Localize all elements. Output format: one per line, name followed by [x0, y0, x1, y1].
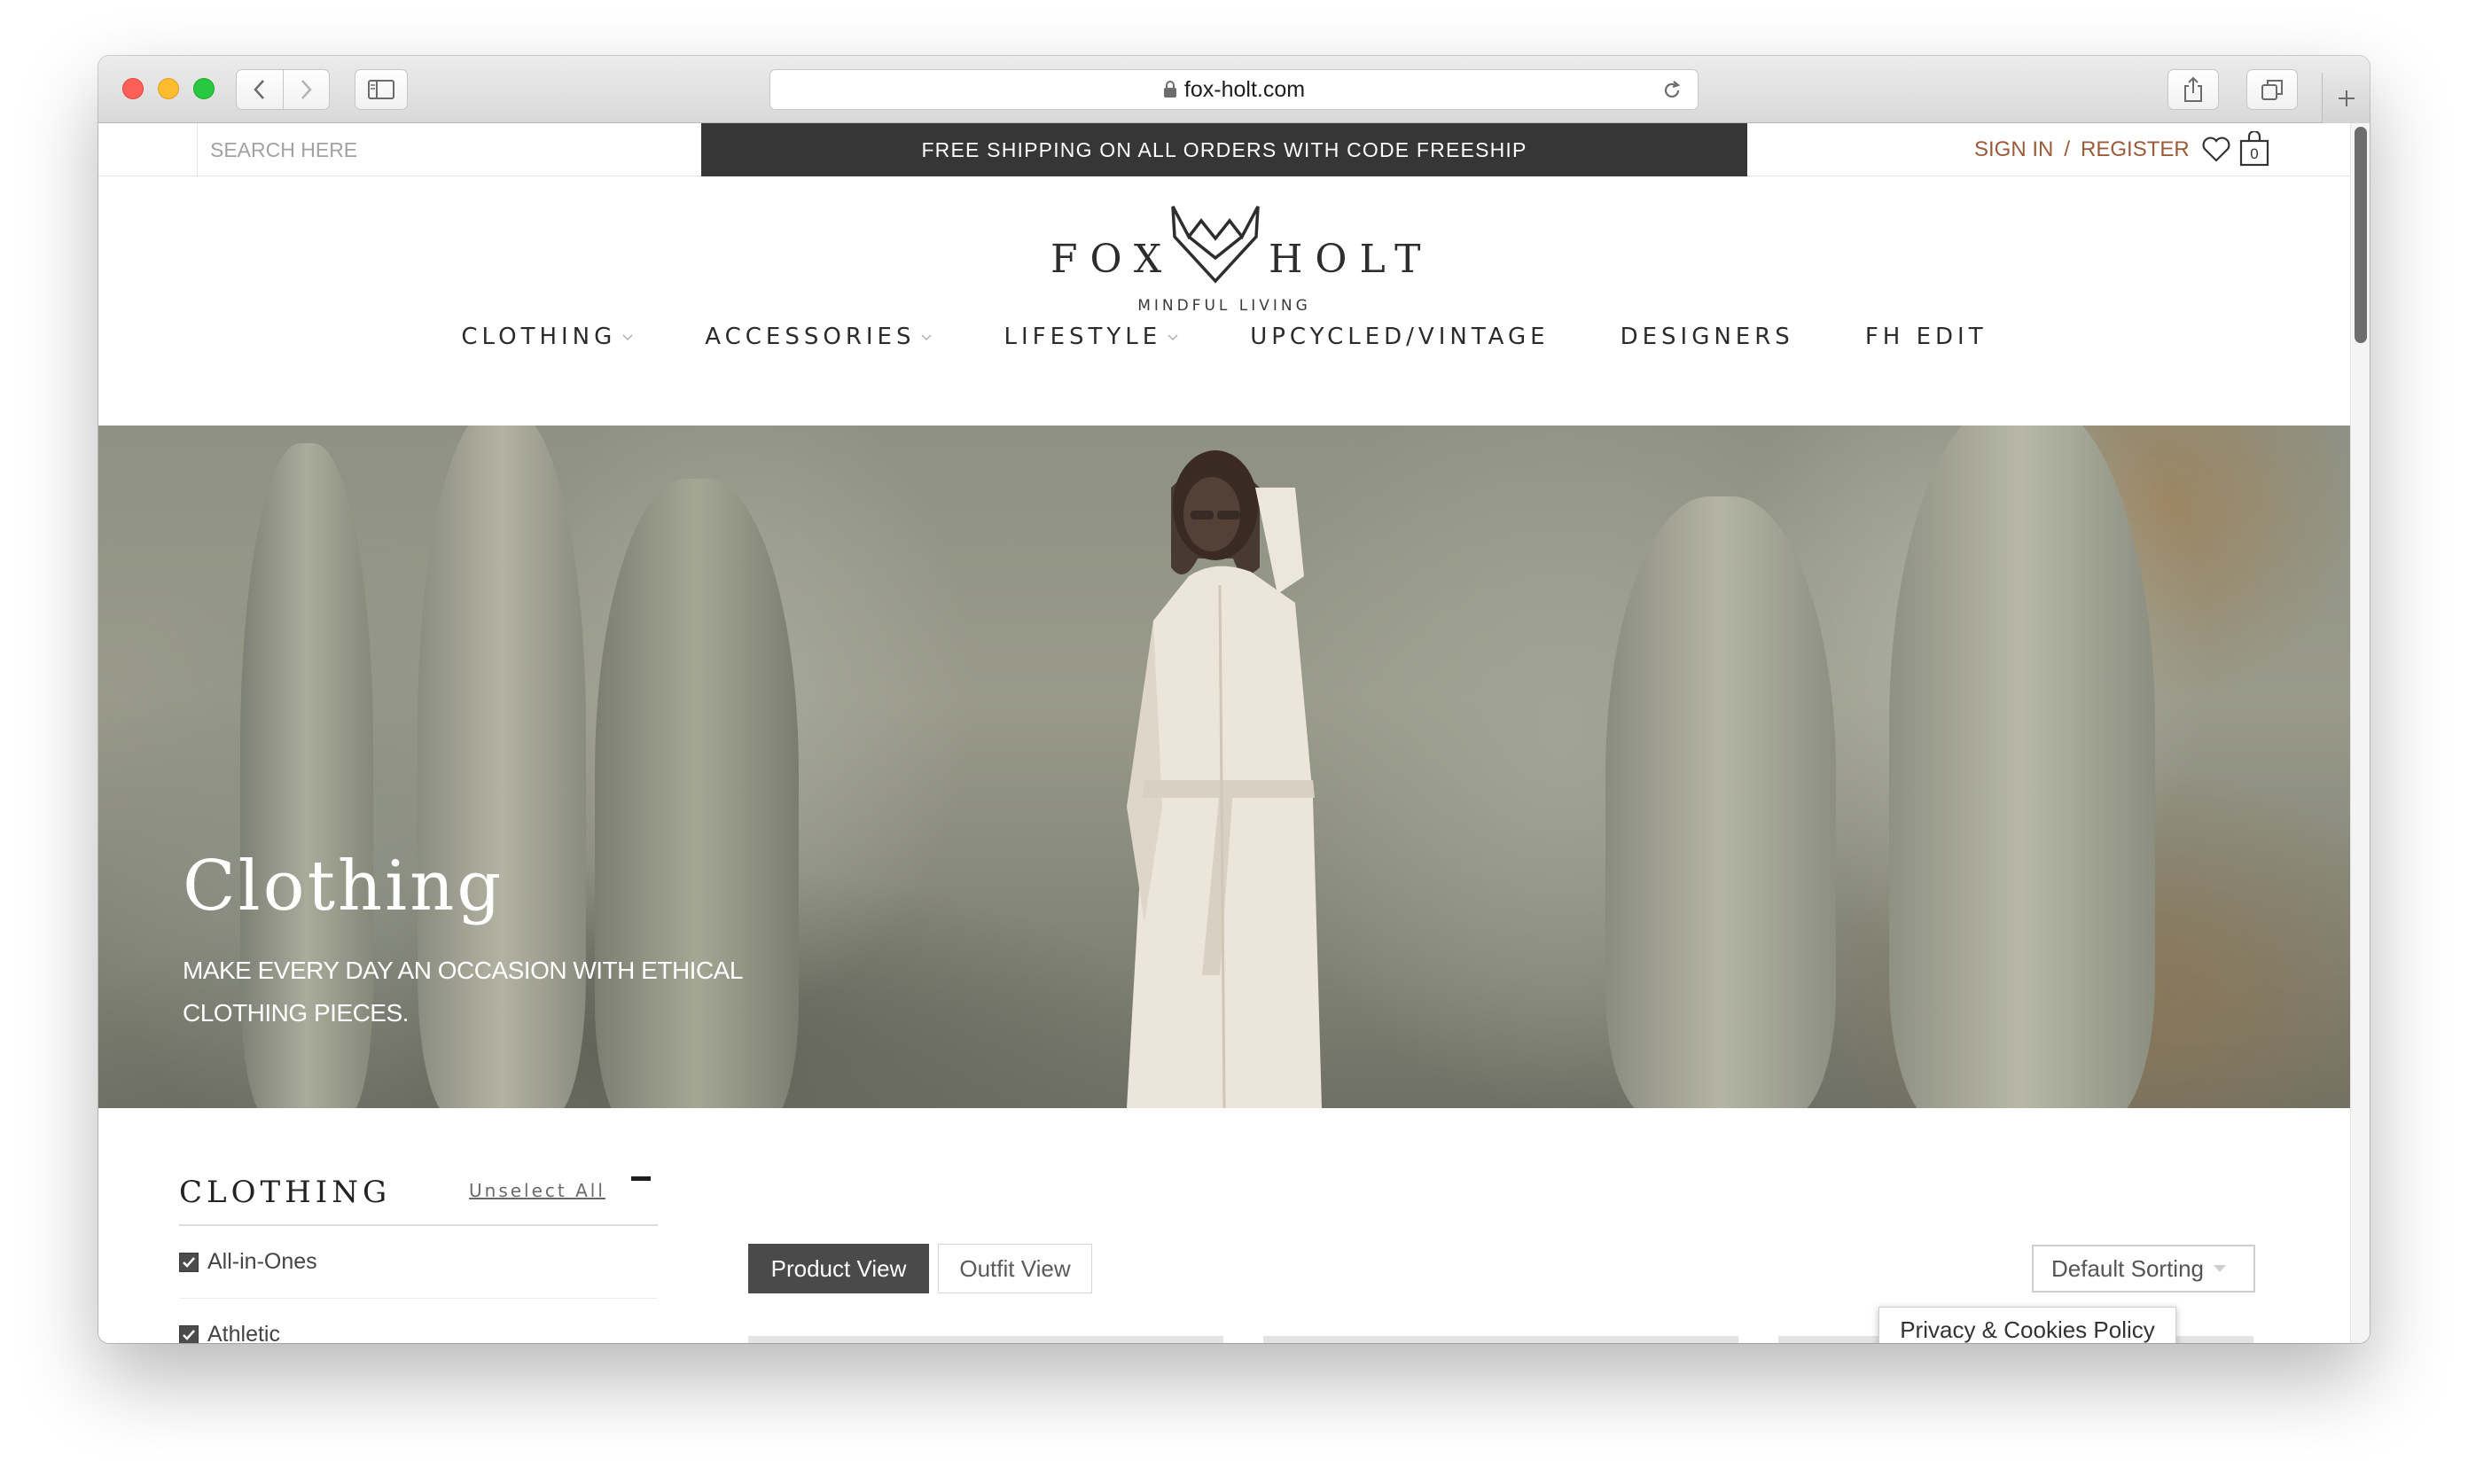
account-separator: / — [2064, 137, 2071, 161]
hero-banner: Clothing MAKE EVERY DAY AN OCCASION WITH… — [98, 426, 2350, 1108]
checkmark-icon — [183, 1256, 195, 1268]
nav-item-designers[interactable]: DESIGNERS — [1621, 324, 1794, 350]
nav-item-clothing[interactable]: CLOTHING — [461, 324, 634, 350]
page-scrollbar[interactable] — [2350, 123, 2370, 1343]
scrollbar-thumb[interactable] — [2355, 127, 2367, 343]
address-bar[interactable]: fox-holt.com — [769, 69, 1699, 110]
browser-toolbar: fox-holt.com — [98, 56, 2370, 123]
hero-title: Clothing — [183, 847, 504, 926]
sidebar-toggle-button[interactable] — [355, 69, 408, 110]
caret-down-icon — [2213, 1265, 2226, 1272]
url-text: fox-holt.com — [1183, 76, 1306, 102]
filter-header: CLOTHING Unselect All — [179, 1164, 658, 1226]
chevron-down-icon — [1168, 334, 1178, 341]
outfit-view-button[interactable]: Outfit View — [938, 1244, 1092, 1293]
main-navigation: CLOTHING ACCESSORIES LIFESTYLE UPCYCLED/… — [98, 297, 2350, 377]
sign-in-link[interactable]: SIGN IN — [1974, 137, 2053, 162]
product-card[interactable] — [1263, 1336, 1738, 1343]
share-button[interactable] — [2167, 69, 2219, 110]
share-icon — [2184, 76, 2202, 102]
nav-label: DESIGNERS — [1620, 324, 1794, 350]
search-input[interactable] — [210, 137, 742, 162]
logo-word-holt: HOLT — [1269, 237, 1433, 282]
category-filter: CLOTHING Unselect All All-in-Ones Athlet… — [179, 1164, 658, 1343]
fox-head-logo-icon — [1171, 206, 1260, 284]
register-link[interactable]: REGISTER — [2081, 137, 2190, 162]
nav-item-lifestyle[interactable]: LIFESTYLE — [1004, 324, 1179, 350]
tabs-icon — [2261, 80, 2283, 100]
lock-icon — [1163, 81, 1176, 98]
minimize-window-button[interactable] — [158, 78, 179, 99]
page-viewport: FREE SHIPPING ON ALL ORDERS WITH CODE FR… — [98, 123, 2370, 1343]
checkbox-checked[interactable] — [179, 1252, 199, 1272]
cart-button[interactable]: 0 — [2238, 131, 2270, 167]
reload-icon[interactable] — [1660, 79, 1683, 102]
collapse-minus-icon[interactable] — [631, 1176, 651, 1181]
hero-model-figure — [1127, 450, 1322, 1108]
history-navigation — [236, 69, 330, 110]
chevron-down-icon — [622, 334, 633, 341]
account-links: SIGN IN / REGISTER — [1974, 123, 2190, 176]
promo-banner: FREE SHIPPING ON ALL ORDERS WITH CODE FR… — [701, 123, 1747, 176]
nav-item-accessories[interactable]: ACCESSORIES — [705, 324, 933, 350]
sort-selected-value: Default Sorting — [2051, 1254, 2204, 1282]
nav-label: UPCYCLED/VINTAGE — [1250, 324, 1550, 350]
plus-icon — [2338, 90, 2355, 106]
new-tab-button[interactable] — [2322, 73, 2370, 123]
logo-word-fox: FOX — [1050, 237, 1175, 282]
filter-option-all-in-ones[interactable]: All-in-Ones — [179, 1226, 658, 1299]
zoom-window-button[interactable] — [193, 78, 215, 99]
hero-rock-formation — [1889, 426, 2155, 1108]
utility-bar: FREE SHIPPING ON ALL ORDERS WITH CODE FR… — [98, 123, 2350, 176]
product-card[interactable] — [748, 1336, 1223, 1343]
chevron-down-icon — [921, 334, 933, 341]
nav-label: LIFESTYLE — [1004, 324, 1162, 350]
nav-item-upcycled-vintage[interactable]: UPCYCLED/VINTAGE — [1250, 324, 1549, 350]
sort-select[interactable]: Default Sorting — [2032, 1245, 2255, 1293]
web-page: FREE SHIPPING ON ALL ORDERS WITH CODE FR… — [98, 123, 2350, 1343]
checkmark-icon — [183, 1329, 195, 1340]
privacy-policy-button[interactable]: Privacy & Cookies Policy — [1878, 1307, 2176, 1343]
nav-label: FH EDIT — [1864, 324, 1988, 350]
chevron-right-icon — [301, 80, 313, 99]
hero-subtitle: MAKE EVERY DAY AN OCCASION WITH ETHICAL … — [183, 957, 742, 1027]
filter-title: CLOTHING — [179, 1175, 392, 1210]
cart-count: 0 — [2250, 145, 2259, 162]
nav-label: CLOTHING — [461, 324, 617, 350]
hero-rock-formation — [1605, 496, 1836, 1108]
filter-option-athletic[interactable]: Athletic — [179, 1299, 658, 1343]
chevron-left-icon — [254, 80, 264, 99]
hero-caption: Clothing MAKE EVERY DAY AN OCCASION WITH… — [183, 847, 803, 1035]
sidebar-icon — [368, 80, 394, 99]
filter-option-label: All-in-Ones — [207, 1249, 317, 1274]
product-view-button[interactable]: Product View — [748, 1244, 929, 1293]
browser-window: fox-holt.com FREE SHIPPING — [98, 56, 2370, 1343]
checkbox-checked[interactable] — [179, 1324, 199, 1343]
show-tabs-button[interactable] — [2246, 69, 2298, 110]
unselect-all-link[interactable]: Unselect All — [469, 1180, 605, 1201]
filter-option-label: Athletic — [207, 1322, 280, 1343]
forward-button[interactable] — [282, 70, 329, 109]
nav-item-fh-edit[interactable]: FH EDIT — [1865, 324, 1988, 350]
back-button[interactable] — [237, 70, 283, 109]
desktop-background: fox-holt.com FREE SHIPPING — [0, 0, 2468, 1484]
close-window-button[interactable] — [122, 78, 144, 99]
nav-label: ACCESSORIES — [705, 324, 916, 350]
wishlist-heart-icon[interactable] — [2201, 136, 2231, 162]
